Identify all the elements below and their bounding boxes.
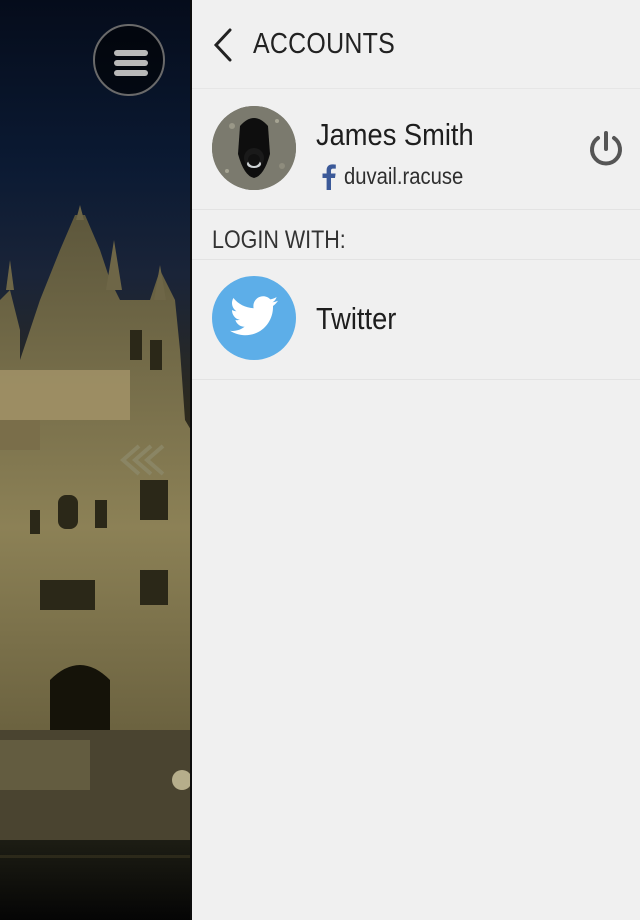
twitter-label: Twitter [316,301,397,336]
back-button[interactable] [208,26,242,64]
accounts-panel: ACCOUNTS James Smith duvail.racuse LOGIN… [192,0,640,920]
user-name: James Smith [316,117,474,152]
back-chevron-icon [213,28,232,62]
logout-button[interactable] [586,129,626,169]
twitter-login-button[interactable]: Twitter [192,260,640,380]
login-with-label: LOGIN WITH: [212,226,346,254]
page-title: ACCOUNTS [253,28,396,60]
avatar [212,106,296,190]
power-icon [590,131,622,166]
hamburger-menu-button[interactable] [93,24,165,96]
expand-chevron-icon [117,440,177,480]
twitter-icon-circle [212,276,296,360]
account-handle: duvail.racuse [344,163,464,189]
twitter-bird-icon [230,296,278,336]
background-photo [0,0,191,920]
connected-account-row: James Smith duvail.racuse [192,89,640,210]
accounts-header: ACCOUNTS [192,0,640,89]
facebook-icon [322,164,336,190]
